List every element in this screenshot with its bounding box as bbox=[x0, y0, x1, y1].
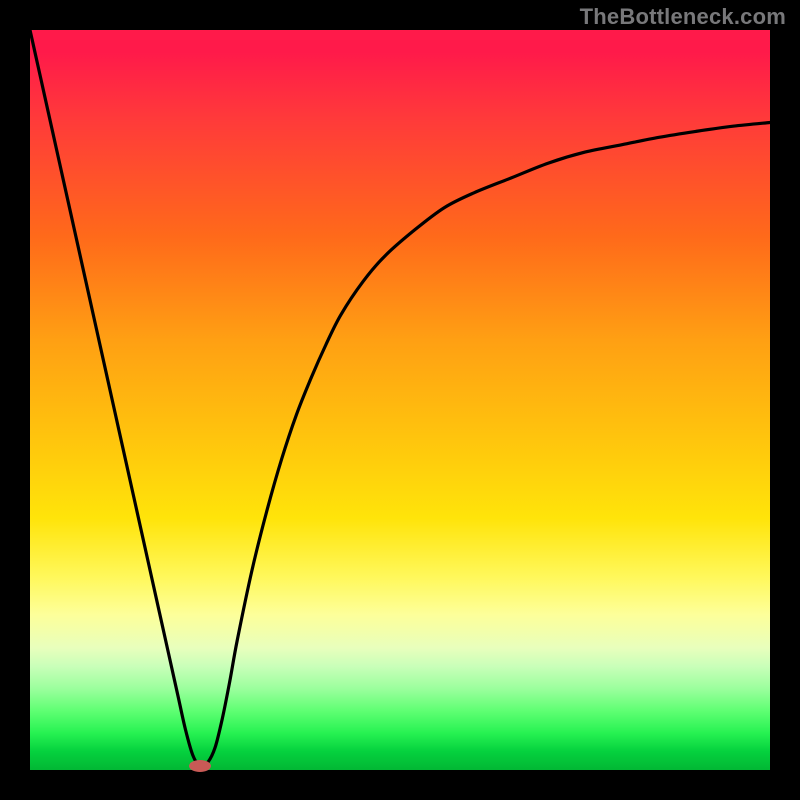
watermark-text: TheBottleneck.com bbox=[580, 4, 786, 30]
optimal-point-marker bbox=[189, 760, 211, 772]
plot-area bbox=[30, 30, 770, 770]
bottleneck-curve bbox=[30, 30, 770, 770]
chart-frame: TheBottleneck.com bbox=[0, 0, 800, 800]
